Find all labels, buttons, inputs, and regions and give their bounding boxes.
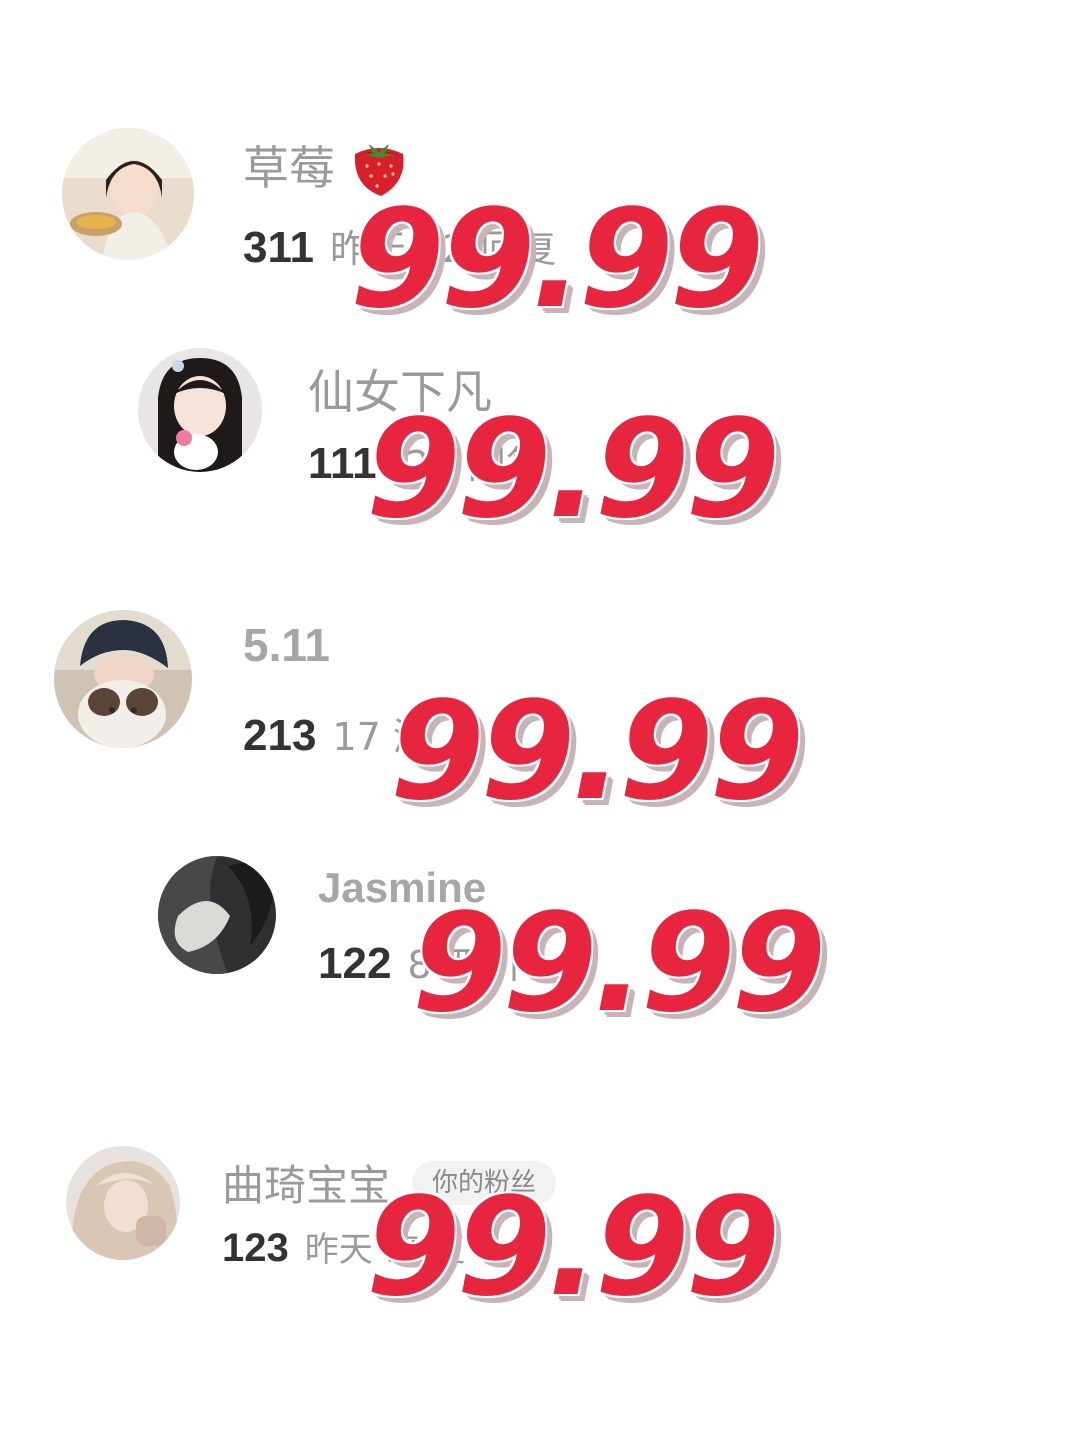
avatar[interactable] (54, 610, 192, 748)
avatar[interactable] (138, 348, 262, 472)
comment-time-location: 昨天 12 (329, 227, 467, 271)
like-count: 111 (308, 439, 377, 488)
username[interactable]: 5.11 (243, 618, 330, 672)
username[interactable]: Jasmine (318, 864, 486, 912)
username[interactable]: 草莓 (243, 132, 335, 198)
reply-button[interactable]: 来 复 (387, 1222, 466, 1271)
like-count: 213 (243, 711, 317, 760)
like-count: 122 (318, 939, 392, 988)
avatar[interactable] (158, 856, 276, 974)
avatar[interactable] (62, 128, 194, 260)
comment-time-location: 8 四川 (407, 943, 520, 987)
price-overlay: 99.99 (390, 673, 804, 831)
like-count: 123 (222, 1226, 289, 1270)
reply-button[interactable]: 回复 (468, 434, 544, 489)
username[interactable]: 仙女下凡 (308, 356, 492, 422)
avatar[interactable] (66, 1146, 180, 1260)
comment-time-location: 17 浙 (332, 715, 431, 759)
fan-badge: 你的粉丝 (412, 1160, 557, 1205)
username[interactable]: 曲琦宝宝 (222, 1152, 390, 1213)
like-count: 311 (243, 223, 314, 272)
reply-button[interactable]: 回复 (480, 218, 556, 273)
strawberry-icon (345, 132, 411, 198)
comment-time-location: :25 (392, 443, 454, 487)
comment-time-location: 昨天 (304, 1230, 373, 1270)
